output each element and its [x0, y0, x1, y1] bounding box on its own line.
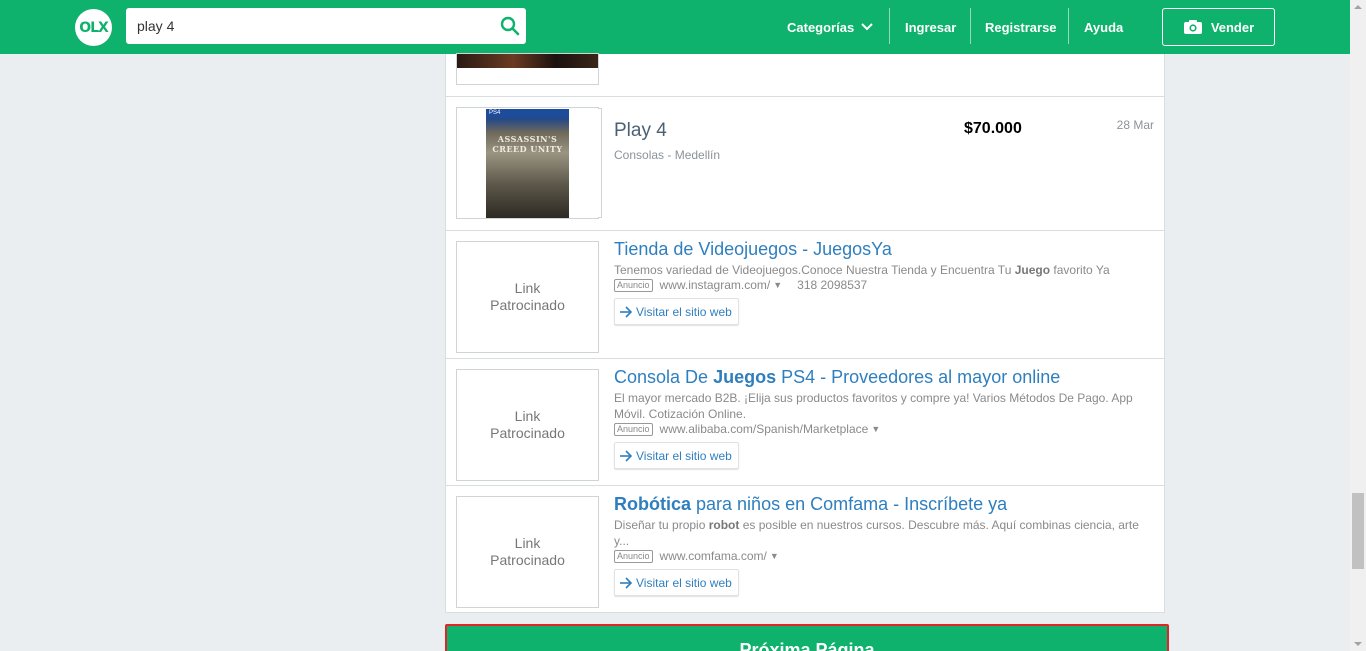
nav-divider: [1068, 8, 1069, 44]
page-scrollbar[interactable]: [1350, 0, 1366, 651]
search-icon[interactable]: [500, 16, 520, 36]
ad-badge: Anuncio: [614, 278, 653, 292]
ad-description: Diseñar tu propio robot es posible en nu…: [614, 518, 1139, 548]
listing-date: 28 Mar: [1116, 118, 1154, 132]
ad-title[interactable]: Robótica para niños en Comfama - Inscríb…: [614, 494, 1007, 515]
nav-registrarse[interactable]: Registrarse: [985, 0, 1057, 54]
scrollbar-thumb[interactable]: [1352, 493, 1364, 569]
nav-ayuda[interactable]: Ayuda: [1084, 0, 1123, 54]
list-item[interactable]: PS4 ASSASSIN'S CREED UNITY Play 4 Consol…: [446, 97, 1164, 231]
ad-badge: Anuncio: [614, 422, 653, 436]
sponsored-ad[interactable]: Link Patrocinado Tienda de Videojuegos - …: [446, 231, 1164, 359]
listing-image: [457, 54, 598, 68]
ad-url[interactable]: www.comfama.com/: [660, 549, 767, 563]
visit-site-button[interactable]: Visitar el sitio web: [614, 298, 739, 325]
listing-thumbnail[interactable]: PS4 ASSASSIN'S CREED UNITY: [456, 107, 602, 219]
vender-label: Vender: [1210, 19, 1255, 35]
ad-url-line: Anuncio www.comfama.com/ ▼: [614, 549, 779, 563]
sponsored-ad[interactable]: Link Patrocinado Robótica para niños en C…: [446, 486, 1164, 613]
ad-url[interactable]: www.instagram.com/: [660, 278, 771, 292]
sponsored-ad[interactable]: Link Patrocinado Consola De Juegos PS4 - …: [446, 359, 1164, 486]
listing-image: PS4 ASSASSIN'S CREED UNITY: [486, 109, 569, 218]
arrow-right-icon: [620, 449, 633, 462]
search-input[interactable]: [137, 8, 487, 44]
visit-site-button[interactable]: Visitar el sitio web: [614, 569, 739, 596]
listing-price: $70.000: [964, 120, 1022, 137]
list-item[interactable]: [446, 53, 1164, 97]
next-page-button[interactable]: Próxima Página: [445, 624, 1169, 651]
ad-description: El mayor mercado B2B. ¡Elija sus product…: [614, 391, 1133, 421]
arrow-right-icon: [620, 305, 633, 318]
ad-url[interactable]: www.alibaba.com/Spanish/Marketplace: [660, 422, 869, 436]
nav-categorias-label: Categorías: [787, 19, 855, 35]
arrow-right-icon: [620, 576, 633, 589]
scroll-up-arrow[interactable]: [1354, 5, 1362, 9]
ad-title[interactable]: Tienda de Videojuegos - JuegosYa: [614, 239, 892, 260]
listing-category-location: Consolas - Medellín: [614, 148, 721, 162]
camera-icon: [1183, 20, 1202, 34]
sponsored-placeholder[interactable]: Link Patrocinado: [456, 241, 599, 353]
listing-thumbnail[interactable]: [456, 53, 599, 85]
nav-divider: [970, 8, 971, 44]
chevron-down-icon: [861, 23, 873, 31]
vender-button[interactable]: Vender: [1162, 8, 1275, 46]
listing-title[interactable]: Play 4: [614, 120, 667, 142]
caret-down-icon[interactable]: ▼: [871, 424, 880, 434]
search-box: [126, 8, 526, 44]
olx-logo[interactable]: OLX: [75, 9, 112, 46]
nav-ingresar[interactable]: Ingresar: [905, 0, 956, 54]
top-navbar: OLX Categorías Ingresar Registrarse Ayud…: [0, 0, 1350, 54]
sponsored-placeholder[interactable]: Link Patrocinado: [456, 369, 599, 481]
ad-url-line: Anuncio www.instagram.com/ ▼ 318 2098537: [614, 278, 867, 292]
ad-url-line: Anuncio www.alibaba.com/Spanish/Marketpl…: [614, 422, 880, 436]
ad-badge: Anuncio: [614, 549, 653, 563]
sponsored-placeholder[interactable]: Link Patrocinado: [456, 496, 599, 608]
ad-phone[interactable]: 318 2098537: [797, 278, 867, 292]
ad-title[interactable]: Consola De Juegos PS4 - Proveedores al m…: [614, 367, 1060, 388]
caret-down-icon[interactable]: ▼: [773, 280, 782, 290]
visit-site-button[interactable]: Visitar el sitio web: [614, 442, 739, 469]
caret-down-icon[interactable]: ▼: [770, 551, 779, 561]
scroll-down-arrow[interactable]: [1354, 642, 1362, 646]
ad-description: Tenemos variedad de Videojuegos.Conoce N…: [614, 263, 1110, 277]
results-list: PS4 ASSASSIN'S CREED UNITY Play 4 Consol…: [445, 53, 1165, 613]
nav-divider: [889, 8, 890, 44]
nav-categorias[interactable]: Categorías: [787, 0, 874, 54]
cover-title: ASSASSIN'S CREED UNITY: [492, 134, 563, 154]
